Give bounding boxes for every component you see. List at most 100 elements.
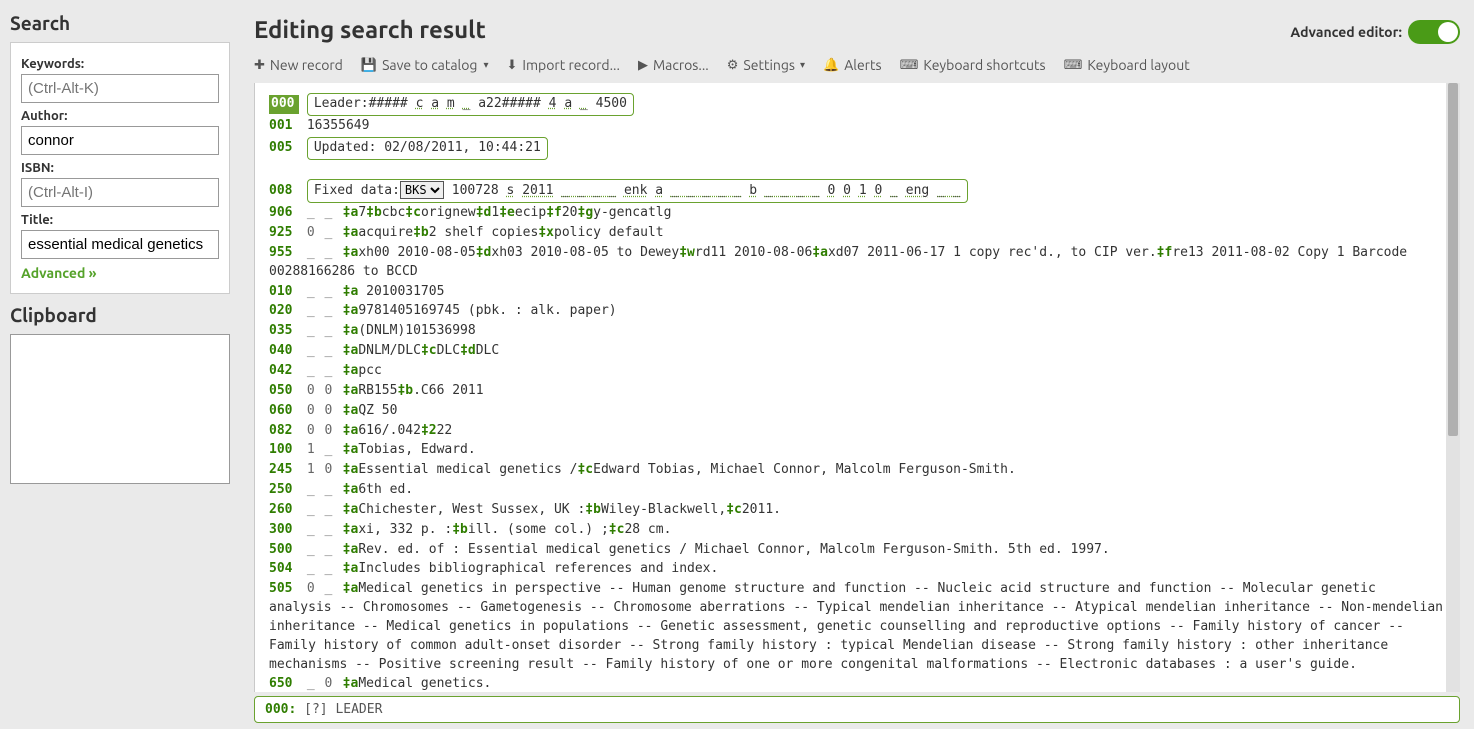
subfield-code: ‡b — [366, 205, 382, 220]
subfield-code: ‡x — [538, 225, 554, 240]
subfield-code: ‡a — [343, 343, 359, 358]
marc-line[interactable]: 005 Updated: 02/08/2011, 10:44:21 — [269, 137, 1446, 160]
subfield-code: ‡a — [343, 303, 359, 318]
marc-line[interactable]: 035 _ _ ‡a(DNLM)101536998 — [269, 322, 1446, 341]
subfield-value: policy default — [554, 225, 664, 240]
subfield-value: 616/.042 — [358, 423, 421, 438]
subfield-value: 2011. — [742, 502, 781, 517]
marc-line[interactable]: 505 0 _ ‡aMedical genetics in perspectiv… — [269, 580, 1446, 674]
subfield-value: Chichester, West Sussex, UK : — [358, 502, 585, 517]
subfield-code: ‡c — [609, 522, 625, 537]
subfield-value: DLC — [476, 343, 499, 358]
updated-box[interactable]: Updated: 02/08/2011, 10:44:21 — [307, 137, 548, 160]
subfield-value: (DNLM)101536998 — [358, 323, 475, 338]
marc-line[interactable]: 001 16355649 — [269, 117, 1446, 136]
subfield-code: ‡c — [726, 502, 742, 517]
fixed-data-type-select[interactable]: BKS — [400, 181, 444, 199]
field-tag: 050 — [269, 382, 299, 401]
field-tag: 082 — [269, 422, 299, 441]
status-text: LEADER — [335, 702, 382, 717]
marc-line[interactable]: 906 _ _ ‡a7‡bcbc‡corignew‡d1‡eecip‡f20‡g… — [269, 204, 1446, 223]
subfield-value: Wiley-Blackwell, — [601, 502, 726, 517]
marc-line[interactable]: 245 1 0 ‡aEssential medical genetics /‡c… — [269, 461, 1446, 480]
isbn-input[interactable] — [21, 178, 219, 207]
marc-line[interactable]: 250 _ _ ‡a6th ed. — [269, 481, 1446, 500]
marc-line[interactable]: 050 0 0 ‡aRB155‡b.C66 2011 — [269, 382, 1446, 401]
marc-line[interactable]: 008 Fixed data:BKS 100728 s 2011 _ _ _ _… — [269, 179, 1446, 203]
settings-button[interactable]: ⚙Settings▾ — [727, 57, 805, 73]
subfield-value: 7 — [358, 205, 366, 220]
indicators: 1 _ — [307, 441, 335, 460]
marc-line[interactable]: 300 _ _ ‡axi, 332 p. :‡bill. (some col.)… — [269, 521, 1446, 540]
field-tag: 505 — [269, 580, 299, 599]
marc-line[interactable]: 925 0 _ ‡aacquire‡b2 shelf copies‡xpolic… — [269, 224, 1446, 243]
subfield-value: xd07 2011-06-17 1 copy rec'd., to CIP ve… — [828, 245, 1157, 260]
subfield-value: Essential medical genetics / — [358, 462, 577, 477]
subfield-value: 6th ed. — [358, 482, 413, 497]
alerts-button[interactable]: 🔔Alerts — [823, 57, 882, 73]
subfield-value: 2010031705 — [358, 284, 444, 299]
subfield-value: RB155 — [358, 383, 397, 398]
scrollbar-thumb[interactable] — [1448, 83, 1458, 436]
marc-line[interactable]: 000 Leader:##### c a m _ a22##### 4 a _ … — [269, 93, 1446, 116]
author-input[interactable] — [21, 126, 219, 155]
subfield-code: ‡a — [343, 581, 359, 596]
subfield-code: ‡a — [343, 423, 359, 438]
toolbar: ✚New record 💾Save to catalog ▾ ⬇Import r… — [254, 53, 1460, 83]
save-icon: 💾 — [361, 58, 377, 73]
subfield-value: Includes bibliographical references and … — [358, 561, 718, 576]
subfield-code: ‡a — [343, 323, 359, 338]
new-record-button[interactable]: ✚New record — [254, 57, 343, 73]
marc-line[interactable]: 100 1 _ ‡aTobias, Edward. — [269, 441, 1446, 460]
field-tag: 650 — [269, 675, 299, 692]
marc-line[interactable]: 650 _ 0 ‡aMedical genetics. — [269, 675, 1446, 692]
title-input[interactable] — [21, 230, 219, 259]
indicators: 0 0 — [307, 402, 335, 421]
subfield-value: orignew — [421, 205, 476, 220]
marc-line[interactable]: 040 _ _ ‡aDNLM/DLC‡cDLC‡dDLC — [269, 342, 1446, 361]
leader-box[interactable]: Leader:##### c a m _ a22##### 4 a _ 4500 — [307, 93, 634, 116]
status-help[interactable]: [?] — [304, 702, 327, 717]
subfield-code: ‡d — [476, 205, 492, 220]
marc-line[interactable]: 042 _ _ ‡apcc — [269, 362, 1446, 381]
subfield-code: ‡a — [343, 363, 359, 378]
marc-line[interactable]: 500 _ _ ‡aRev. ed. of : Essential medica… — [269, 541, 1446, 560]
fixed-data-box[interactable]: Fixed data:BKS 100728 s 2011 _ _ _ _ enk… — [307, 179, 968, 203]
field-tag: 955 — [269, 244, 299, 263]
indicators: 1 0 — [307, 461, 335, 480]
field-tag: 008 — [269, 182, 299, 201]
save-dropdown[interactable]: ▾ — [483, 59, 488, 71]
shortcuts-button[interactable]: ⌨Keyboard shortcuts — [900, 57, 1046, 73]
marc-line[interactable]: 010 _ _ ‡a 2010031705 — [269, 283, 1446, 302]
layout-button[interactable]: ⌨Keyboard layout — [1064, 57, 1190, 73]
save-button[interactable]: 💾Save to catalog — [361, 57, 478, 73]
marc-line[interactable]: 060 0 0 ‡aQZ 50 — [269, 402, 1446, 421]
keywords-input[interactable] — [21, 74, 219, 103]
clipboard-textarea[interactable] — [10, 334, 230, 484]
subfield-code: ‡b — [397, 383, 413, 398]
indicators: 0 0 — [307, 382, 335, 401]
subfield-value: Rev. ed. of : Essential medical genetics… — [358, 542, 1109, 557]
indicators: _ _ — [307, 481, 335, 500]
marc-line[interactable]: 020 _ _ ‡a9781405169745 (pbk. : alk. pap… — [269, 302, 1446, 321]
indicators: 0 _ — [307, 580, 335, 599]
subfield-code: ‡a — [343, 205, 359, 220]
subfield-value: 2 shelf copies — [429, 225, 539, 240]
subfield-value: ecip — [515, 205, 546, 220]
marc-line[interactable]: 082 0 0 ‡a616/.042‡222 — [269, 422, 1446, 441]
import-button[interactable]: ⬇Import record... — [506, 57, 619, 73]
marc-editor[interactable]: 000 Leader:##### c a m _ a22##### 4 a _ … — [254, 83, 1460, 692]
subfield-code: ‡a — [343, 225, 359, 240]
marc-line[interactable]: 504 _ _ ‡aIncludes bibliographical refer… — [269, 560, 1446, 579]
subfield-code: ‡a — [343, 502, 359, 517]
marc-line[interactable]: 955 _ _ ‡axh00 2010-08-05‡dxh03 2010-08-… — [269, 244, 1446, 282]
advanced-editor-toggle[interactable] — [1408, 20, 1460, 44]
subfield-value: Edward Tobias, Michael Connor, Malcolm F… — [593, 462, 1016, 477]
field-tag: 906 — [269, 204, 299, 223]
editor-scrollbar[interactable] — [1446, 83, 1460, 692]
advanced-link[interactable]: Advanced » — [21, 265, 97, 281]
subfield-value: 20 — [562, 205, 578, 220]
subfield-value: y-gencatlg — [593, 205, 671, 220]
macros-button[interactable]: ▶Macros... — [638, 57, 709, 73]
marc-line[interactable]: 260 _ _ ‡aChichester, West Sussex, UK :‡… — [269, 501, 1446, 520]
